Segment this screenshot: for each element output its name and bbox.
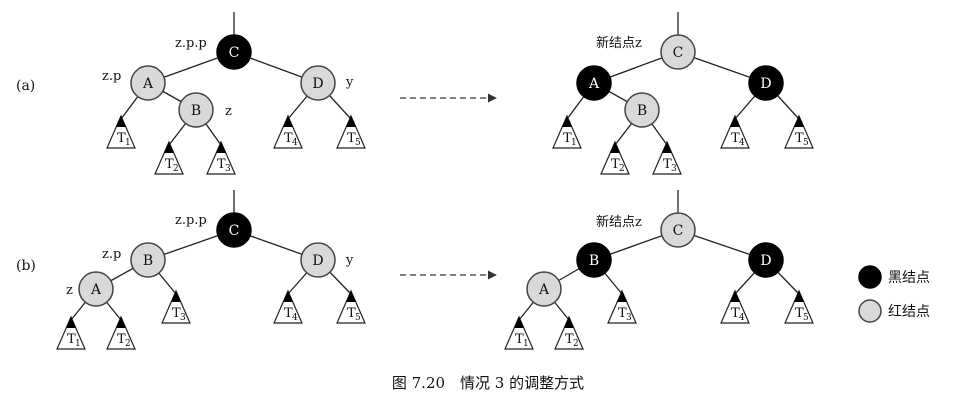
svg-text:2: 2	[619, 164, 625, 174]
node-A-label: A	[90, 282, 102, 298]
node-B-label: B	[143, 253, 153, 269]
svg-text:1: 1	[125, 138, 131, 148]
node-D-label: D	[312, 253, 323, 269]
node-A-label: A	[142, 76, 154, 92]
subtree-T5: T 5	[784, 114, 814, 149]
subtree-T4: T 4	[720, 114, 750, 149]
diagram-svg: (a) (b) C A B D z.p.p z.p z y T 1 T 2 T …	[16, 12, 930, 392]
svg-text:3: 3	[180, 313, 186, 323]
row-label-a: (a)	[16, 78, 35, 94]
node-B-label: B	[637, 103, 647, 119]
svg-text:1: 1	[571, 138, 577, 148]
svg-text:4: 4	[292, 138, 298, 148]
subtree-T1: T 1	[56, 315, 86, 350]
svg-text:2: 2	[573, 339, 579, 349]
subtree-T1: T 1	[552, 114, 582, 149]
subtree-T3: T 3	[206, 140, 236, 175]
row-label-b: (b)	[16, 258, 36, 274]
label-y: y	[345, 253, 354, 268]
tree-b-before: C B A D z.p.p z.p z y T 1 T 2 T 3 T 4 T …	[56, 190, 366, 350]
svg-text:4: 4	[739, 138, 745, 148]
subtree-T5: T 5	[336, 114, 366, 149]
legend-black-swatch	[858, 265, 882, 289]
label-z: z	[225, 104, 232, 119]
label-y: y	[345, 75, 354, 90]
label-zp: z.p	[102, 247, 121, 262]
svg-text:3: 3	[225, 164, 231, 174]
tree-a-before: C A B D z.p.p z.p z y T 1 T 2 T 3 T 4 T …	[102, 12, 366, 175]
node-A-label: A	[588, 76, 600, 92]
subtree-T1: T 1	[106, 114, 136, 149]
subtree-T4: T 4	[720, 289, 750, 324]
legend-red-label: 红结点	[888, 304, 930, 320]
node-C-label: C	[673, 45, 684, 61]
legend: 黑结点 红结点	[858, 265, 930, 323]
subtree-T2: T 2	[600, 140, 630, 175]
subtree-T4: T 4	[273, 289, 303, 324]
node-A-label: A	[538, 282, 550, 298]
svg-text:5: 5	[803, 313, 809, 323]
label-z: z	[66, 283, 73, 298]
subtree-T1: T 1	[504, 315, 534, 350]
svg-text:5: 5	[355, 138, 361, 148]
label-zp: z.p	[102, 69, 121, 84]
svg-text:3: 3	[626, 313, 632, 323]
subtree-T2: T 2	[554, 315, 584, 350]
node-D-label: D	[760, 253, 771, 269]
subtree-T5: T 5	[784, 289, 814, 324]
node-C-label: C	[229, 45, 240, 61]
svg-text:5: 5	[803, 138, 809, 148]
node-D-label: D	[312, 76, 323, 92]
subtree-T3: T 3	[607, 289, 637, 324]
subtree-T5: T 5	[336, 289, 366, 324]
label-new-z: 新结点z	[596, 35, 642, 51]
subtree-T2: T 2	[106, 315, 136, 350]
legend-red-swatch	[858, 299, 882, 323]
svg-text:1: 1	[75, 339, 81, 349]
svg-text:2: 2	[125, 339, 131, 349]
svg-text:2: 2	[173, 164, 179, 174]
tree-b-after: C B A D 新结点z T 1 T 2 T 3 T 4 T 5	[504, 190, 814, 350]
node-B-label: B	[589, 253, 599, 269]
tree-a-after: C A B D 新结点z T 1 T 2 T 3 T 4 T 5	[552, 12, 814, 175]
subtree-T3: T 3	[652, 140, 682, 175]
label-new-z: 新结点z	[596, 214, 642, 230]
svg-text:5: 5	[355, 313, 361, 323]
node-C-label: C	[673, 223, 684, 239]
subtree-T4: T 4	[273, 114, 303, 149]
node-C-label: C	[229, 223, 240, 239]
figure-caption: 图 7.20 情况 3 的调整方式	[392, 374, 584, 392]
node-B-label: B	[191, 103, 201, 119]
svg-text:3: 3	[671, 164, 677, 174]
subtree-T2: T 2	[154, 140, 184, 175]
legend-black-label: 黑结点	[888, 270, 930, 286]
svg-text:1: 1	[523, 339, 529, 349]
label-zpp: z.p.p	[175, 213, 207, 228]
label-zpp: z.p.p	[175, 36, 207, 51]
subtree-T3: T 3	[161, 289, 191, 324]
svg-text:4: 4	[739, 313, 745, 323]
node-D-label: D	[760, 76, 771, 92]
diagram-canvas: (a) (b) C A B D z.p.p z.p z y T 1 T 2 T …	[0, 0, 976, 407]
svg-text:4: 4	[292, 313, 298, 323]
